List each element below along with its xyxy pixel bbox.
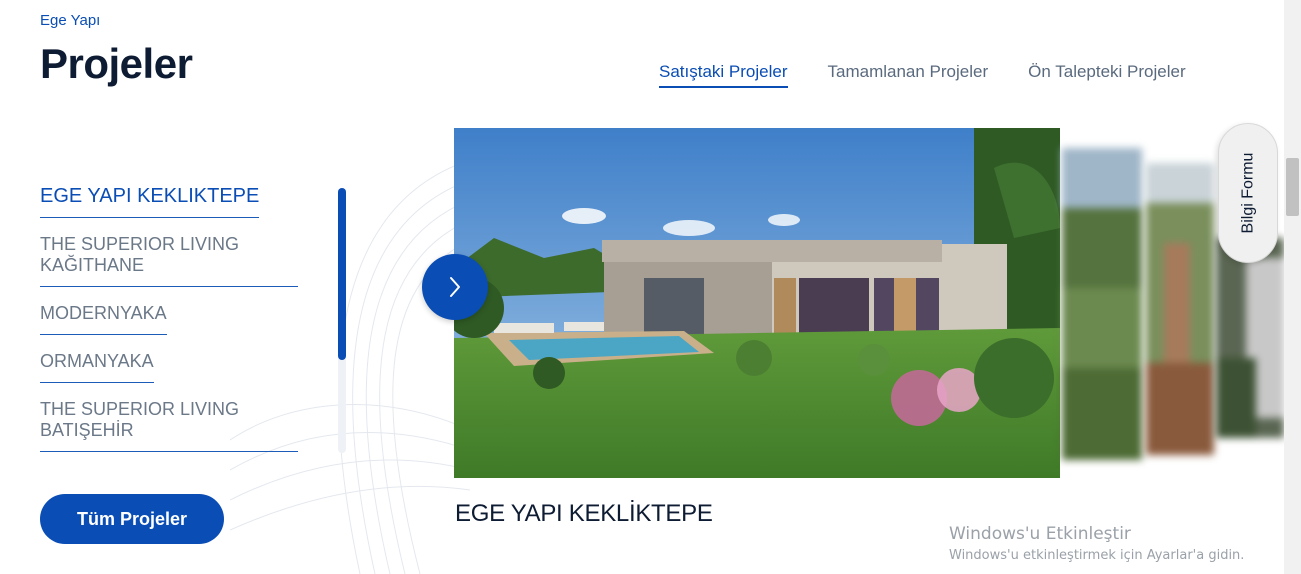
- page-title: Projeler: [40, 40, 193, 87]
- project-list: EGE YAPI KEKLİKTEPE THE SUPERIOR LIVING …: [40, 186, 330, 454]
- info-form-button[interactable]: Bilgi Formu: [1218, 123, 1278, 263]
- project-item-superior-batisehir[interactable]: THE SUPERIOR LIVING BATIŞEHİR: [40, 399, 298, 452]
- project-thumbnail[interactable]: [1146, 163, 1214, 455]
- next-slide-button[interactable]: [422, 254, 488, 320]
- tab-completed[interactable]: Tamamlanan Projeler: [828, 62, 989, 88]
- project-tabs: Satıştaki Projeler Tamamlanan Projeler Ö…: [659, 62, 1186, 88]
- project-item-ormanyaka[interactable]: ORMANYAKA: [40, 351, 154, 383]
- project-caption[interactable]: EGE YAPI KEKLİKTEPE: [455, 500, 713, 528]
- tab-on-sale[interactable]: Satıştaki Projeler: [659, 62, 788, 88]
- project-item-modernyaka[interactable]: MODERNYAKA: [40, 303, 167, 335]
- villa-illustration: [454, 128, 1060, 478]
- brand-label[interactable]: Ege Yapı: [40, 12, 100, 29]
- info-form-label: Bilgi Formu: [1239, 152, 1256, 234]
- windows-activation-watermark: Windows'u Etkinleştir Windows'u etkinleş…: [949, 524, 1244, 563]
- watermark-subtitle: Windows'u etkinleştirmek için Ayarlar'a …: [949, 548, 1245, 563]
- project-item-kekliktepe[interactable]: EGE YAPI KEKLİKTEPE: [40, 186, 260, 218]
- thumbnail-image: [1146, 163, 1214, 455]
- page-scrollbar[interactable]: [1284, 0, 1301, 574]
- tab-pre-demand[interactable]: Ön Talepteki Projeler: [1028, 62, 1186, 88]
- all-projects-button[interactable]: Tüm Projeler: [40, 494, 224, 544]
- project-list-scroll-thumb[interactable]: [338, 188, 346, 360]
- thumbnail-image: [1216, 238, 1284, 438]
- chevron-right-icon: [450, 277, 460, 297]
- project-image[interactable]: [454, 128, 1060, 478]
- project-thumbnail[interactable]: [1062, 148, 1142, 460]
- watermark-title: Windows'u Etkinleştir: [949, 524, 1131, 544]
- project-item-superior-kagithane[interactable]: THE SUPERIOR LIVING KAĞITHANE: [40, 234, 298, 287]
- project-list-scrollbar[interactable]: [338, 188, 346, 453]
- project-thumbnail[interactable]: [1216, 238, 1284, 438]
- page-scroll-thumb[interactable]: [1286, 158, 1299, 216]
- thumbnail-image: [1062, 148, 1142, 460]
